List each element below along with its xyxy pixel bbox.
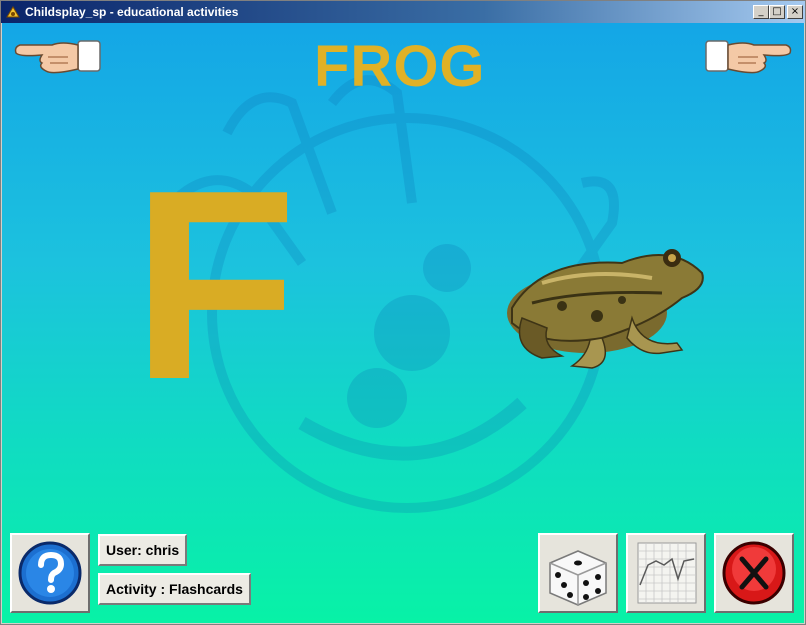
quit-button[interactable] [714, 533, 794, 613]
pointing-hand-right-icon [705, 40, 792, 74]
previous-card-button[interactable] [12, 33, 104, 81]
user-label: User: chris [98, 534, 188, 566]
question-mark-icon [18, 541, 82, 605]
close-window-button[interactable]: × [787, 5, 803, 19]
minimize-button[interactable]: _ [753, 5, 769, 19]
red-x-icon [722, 541, 786, 605]
title-bar[interactable]: Childsplay_sp - educational activities _… [1, 1, 805, 23]
graph-icon [637, 542, 697, 604]
window-title: Childsplay_sp - educational activities [25, 5, 239, 19]
graph-button[interactable] [626, 533, 706, 613]
activity-label: Activity : Flashcards [98, 573, 251, 605]
frog-image [507, 249, 704, 369]
help-button[interactable] [10, 533, 90, 613]
flashcard-letter: F [132, 135, 297, 436]
flashcard-word: FROG [314, 34, 486, 99]
dice-icon [549, 550, 607, 606]
next-card-button[interactable] [702, 33, 794, 81]
activity-stage: FROG F User: chris Activity: Flashcards [2, 23, 804, 623]
app-window: Childsplay_sp - educational activities _… [0, 0, 806, 625]
maximize-button[interactable]: □ [769, 5, 785, 19]
app-logo-icon [6, 6, 20, 18]
dice-button[interactable] [538, 533, 618, 613]
pointing-hand-left-icon [14, 40, 101, 74]
